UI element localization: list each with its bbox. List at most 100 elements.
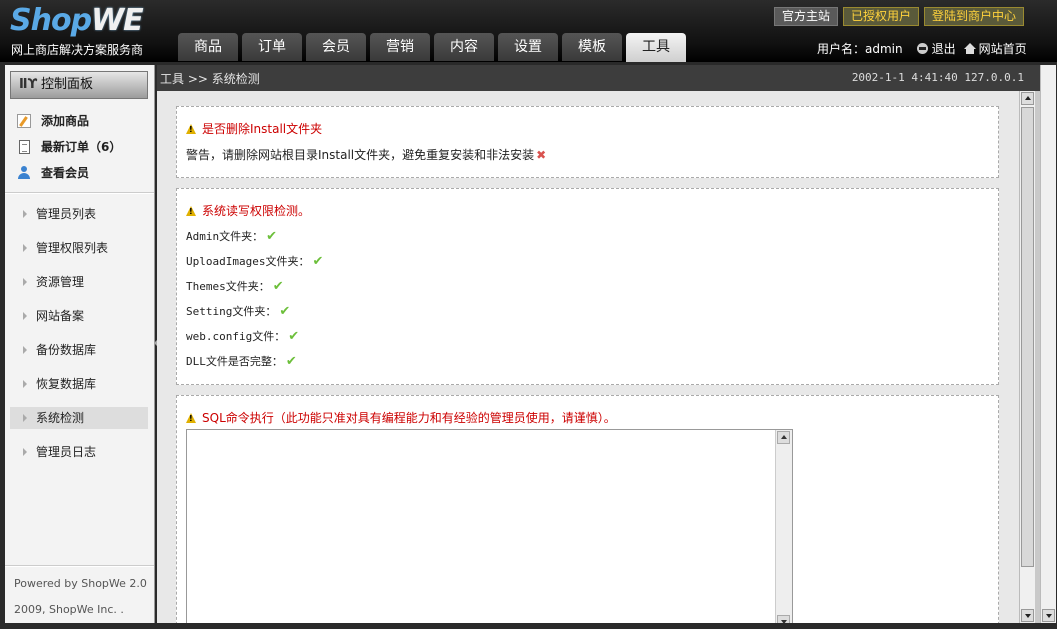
menu-label: 管理权限列表 — [36, 241, 109, 255]
sidebar-item-resources[interactable]: 资源管理 — [10, 271, 148, 293]
check-row: UploadImages文件夹： ✔ — [186, 253, 323, 269]
check-label: DLL文件是否完整： — [186, 355, 283, 368]
logo-text-we: WE — [91, 3, 144, 38]
checkmark-icon: ✔ — [272, 279, 284, 294]
scroll-down-icon[interactable] — [1021, 609, 1034, 622]
sidebar-footer-divider — [5, 565, 154, 567]
warning-icon — [186, 206, 196, 216]
timestamp-ip: 2002-1-1 4:41:40 127.0.0.1 — [851, 71, 1024, 84]
permission-heading-text: 系统读写权限检测。 — [202, 204, 311, 218]
scroll-down-icon[interactable] — [777, 615, 790, 623]
username-label: 用户名：admin — [817, 42, 903, 56]
scroll-thumb[interactable] — [1021, 107, 1034, 567]
sidebar-item-system-check[interactable]: 系统检测 — [10, 407, 148, 429]
official-site-link[interactable]: 官方主站 — [774, 7, 839, 26]
sidebar-item-backup-db[interactable]: 备份数据库 — [10, 339, 148, 361]
arrow-right-icon — [23, 312, 27, 320]
check-label: Setting文件夹： — [186, 305, 277, 318]
checkmark-icon: ✔ — [285, 354, 297, 369]
tab-content[interactable]: 内容 — [434, 33, 494, 61]
tab-templates[interactable]: 模板 — [562, 33, 622, 61]
content-scrollbar[interactable] — [1019, 91, 1035, 623]
quick-latest-orders[interactable]: 最新订单（6） — [17, 138, 147, 156]
shopwe-logo[interactable]: ShopWE — [10, 3, 144, 38]
arrow-right-icon — [23, 346, 27, 354]
scroll-down-icon[interactable] — [1042, 609, 1055, 622]
top-header: ShopWE 网上商店解决方案服务商 商品 订单 会员 营销 内容 设置 模板 … — [0, 0, 1057, 62]
arrow-right-icon — [23, 414, 27, 422]
control-panel-header[interactable]: Ⅱϒ 控制面板 — [10, 71, 148, 99]
menu-label: 恢复数据库 — [36, 377, 97, 391]
arrow-right-icon — [23, 210, 27, 218]
tagline: 网上商店解决方案服务商 — [11, 43, 144, 57]
check-row: DLL文件是否完整： ✔ — [186, 353, 297, 369]
install-warning-text: 警告，请删除网站根目录Install文件夹，避免重复安装和非法安装 — [186, 148, 535, 162]
tab-settings[interactable]: 设置 — [498, 33, 558, 61]
install-heading: 是否删除Install文件夹 — [186, 120, 322, 137]
home-icon[interactable] — [963, 43, 976, 54]
sql-command-input[interactable] — [186, 429, 793, 623]
logout-link[interactable]: 退出 — [932, 40, 956, 57]
warning-icon — [186, 124, 196, 134]
authorized-users-link[interactable]: 已授权用户 — [843, 7, 920, 26]
check-label: Admin文件夹： — [186, 230, 264, 243]
arrow-right-icon — [23, 278, 27, 286]
quick-view-members[interactable]: 查看会员 — [17, 164, 147, 182]
main-content: 工具 >> 系统检测 2002-1-1 4:41:40 127.0.0.1 是否… — [157, 65, 1051, 623]
merchant-login-link[interactable]: 登陆到商户中心 — [924, 7, 1025, 26]
copyright: 2009, ShopWe Inc. . — [14, 603, 124, 616]
check-row: Setting文件夹： ✔ — [186, 303, 290, 319]
sidebar-item-admin-list[interactable]: 管理员列表 — [10, 203, 148, 225]
site-home-link[interactable]: 网站首页 — [979, 40, 1027, 57]
user-icon — [17, 166, 31, 180]
sidebar: Ⅱϒ 控制面板 添加商品 最新订单（6） 查看会员 管理员列表 管理权限列表 资… — [5, 65, 155, 623]
scroll-up-icon[interactable] — [1021, 92, 1034, 105]
sidebar-item-site-filing[interactable]: 网站备案 — [10, 305, 148, 327]
sql-input-scrollbar[interactable] — [775, 430, 792, 623]
quick-view-members-label: 查看会员 — [41, 166, 90, 180]
sidebar-item-permission-list[interactable]: 管理权限列表 — [10, 237, 148, 259]
sidebar-item-restore-db[interactable]: 恢复数据库 — [10, 373, 148, 395]
tab-goods[interactable]: 商品 — [178, 33, 238, 61]
tools-icon: Ⅱϒ — [19, 77, 38, 92]
control-panel-title: 控制面板 — [41, 77, 94, 92]
install-check-box: 是否删除Install文件夹 警告，请删除网站根目录Install文件夹，避免重… — [176, 106, 999, 178]
arrow-right-icon — [23, 380, 27, 388]
tab-members[interactable]: 会员 — [306, 33, 366, 61]
install-heading-text: 是否删除Install文件夹 — [202, 122, 323, 136]
logo-text-shop: Shop — [10, 3, 92, 38]
pencil-icon — [17, 114, 31, 128]
sql-heading-text: SQL命令执行（此功能只准对具有编程能力和有经验的管理员使用，请谨慎）。 — [202, 411, 616, 425]
check-label: web.config文件： — [186, 330, 286, 343]
menu-label: 网站备案 — [36, 309, 85, 323]
arrow-right-icon — [23, 244, 27, 252]
check-label: Themes文件夹： — [186, 280, 270, 293]
user-bar: 用户名：admin 退出 网站首页 — [817, 40, 1027, 57]
check-row: Admin文件夹： ✔ — [186, 228, 277, 244]
quick-add-goods[interactable]: 添加商品 — [17, 112, 147, 130]
check-row: Themes文件夹： ✔ — [186, 278, 284, 294]
arrow-right-icon — [23, 448, 27, 456]
menu-label: 资源管理 — [36, 275, 85, 289]
menu-label: 备份数据库 — [36, 343, 97, 357]
install-warning-line: 警告，请删除网站根目录Install文件夹，避免重复安装和非法安装 ✖ — [186, 146, 546, 163]
menu-label: 管理员日志 — [36, 445, 97, 459]
scroll-up-icon[interactable] — [777, 431, 790, 444]
powered-by: Powered by ShopWe 2.0 — [14, 577, 147, 590]
checkmark-icon: ✔ — [266, 229, 278, 244]
logout-icon[interactable] — [916, 43, 928, 54]
quick-add-goods-label: 添加商品 — [41, 114, 90, 128]
window-scrollbar[interactable] — [1040, 65, 1056, 623]
quick-latest-orders-label: 最新订单（6） — [41, 140, 122, 154]
permission-check-box: 系统读写权限检测。 Admin文件夹：✔ UploadImages文件夹：✔ T… — [176, 188, 999, 385]
sidebar-item-admin-log[interactable]: 管理员日志 — [10, 441, 148, 463]
checkmark-icon: ✔ — [312, 254, 324, 269]
content-panel: 是否删除Install文件夹 警告，请删除网站根目录Install文件夹，避免重… — [157, 91, 1019, 623]
sidebar-divider — [5, 192, 154, 194]
tab-tools[interactable]: 工具 — [626, 33, 686, 62]
menu-label: 系统检测 — [36, 411, 85, 425]
tab-orders[interactable]: 订单 — [242, 33, 302, 61]
menu-label: 管理员列表 — [36, 207, 97, 221]
checkmark-icon: ✔ — [279, 304, 291, 319]
tab-marketing[interactable]: 营销 — [370, 33, 430, 61]
